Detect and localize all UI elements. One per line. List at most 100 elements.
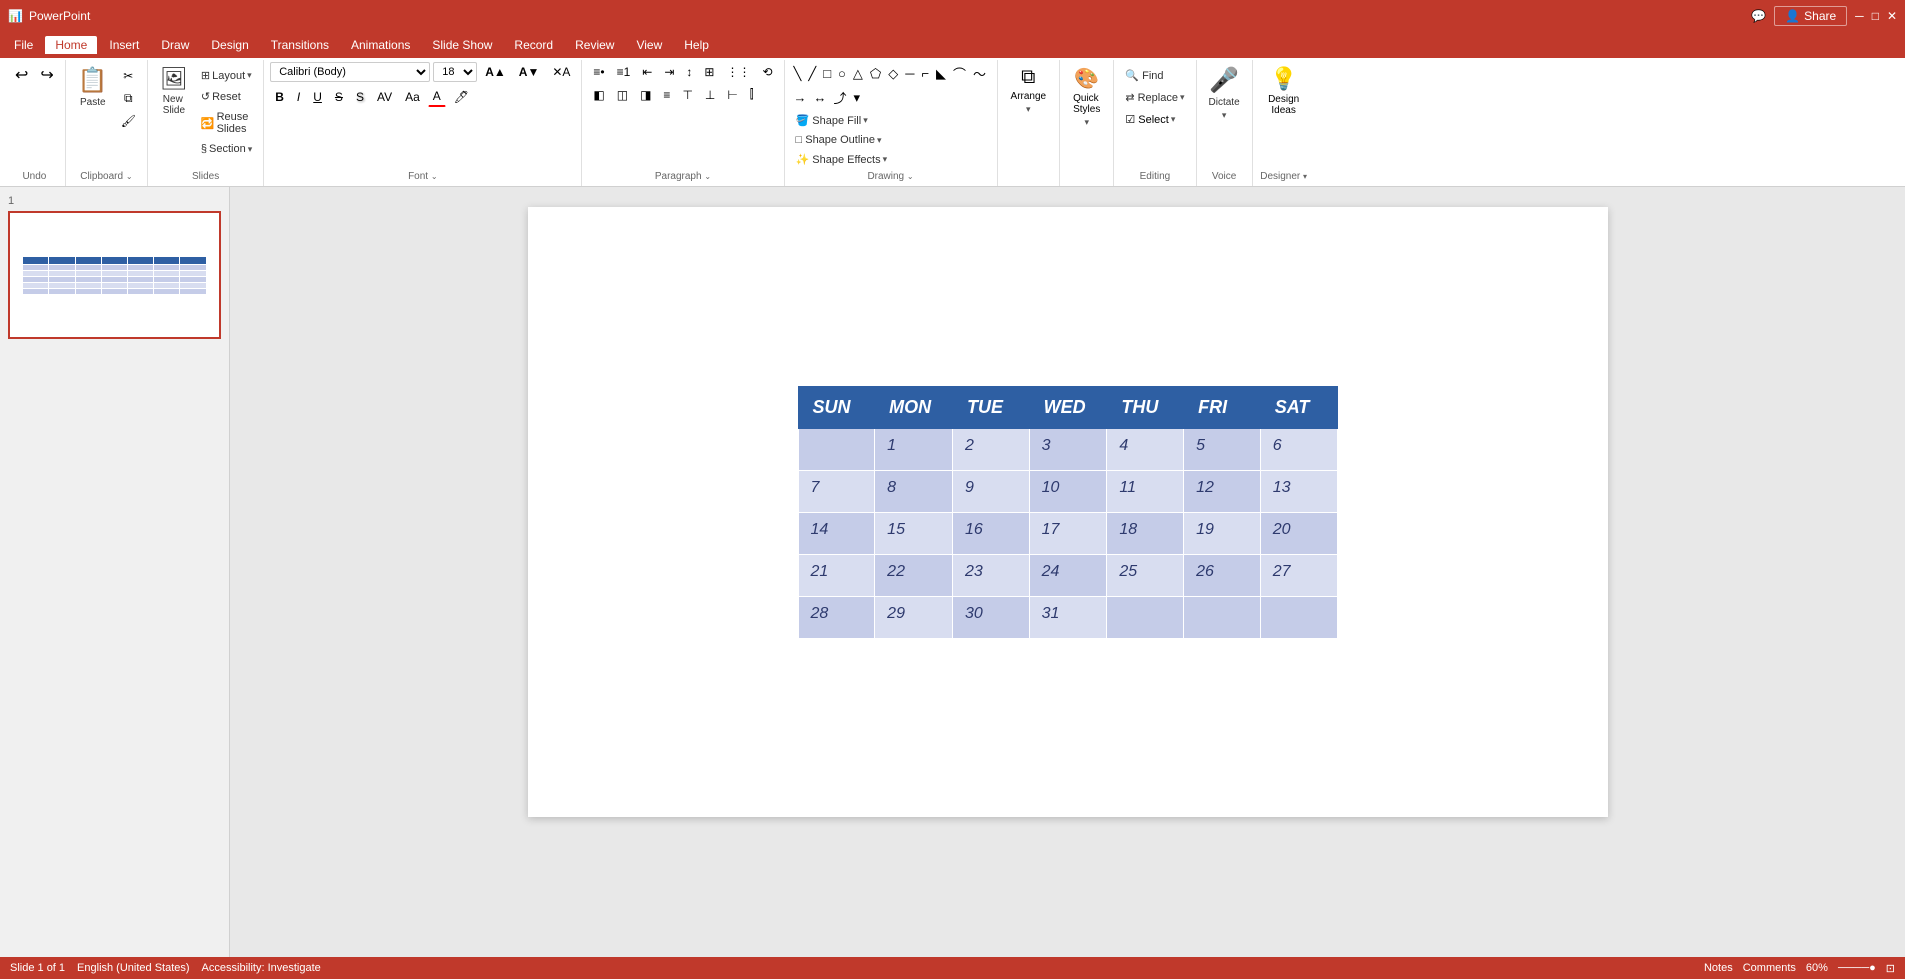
slide-panel: 1 [0,187,230,957]
highlight-button[interactable]: 🖊 [449,87,474,107]
align-right-button[interactable]: ◨ [635,85,656,105]
arrow-shape-button[interactable]: → [791,86,810,109]
shape-outline-button[interactable]: □ Shape Outline ▾ [791,131,893,149]
numbering-button[interactable]: ≡1 [612,62,636,82]
triangle-shape-button[interactable]: △ [850,62,866,85]
menu-record[interactable]: Record [504,36,563,54]
menu-design[interactable]: Design [201,36,258,54]
menu-review[interactable]: Review [565,36,624,54]
double-arrow-button[interactable]: ↔ [811,86,830,109]
font-name-select[interactable]: Calibri (Body) [270,62,430,82]
paste-button[interactable]: 📋 Paste [72,62,114,112]
columns-button[interactable]: ⋮⋮ [721,62,755,82]
menu-insert[interactable]: Insert [99,36,149,54]
shadow-button[interactable]: S [351,87,369,107]
align-left-button[interactable]: ◧ [588,85,609,105]
zoom-slider[interactable]: ────● [1838,962,1876,974]
convert-smartart-button[interactable]: ⊞ [699,62,719,82]
justify-button[interactable]: ≡ [658,85,675,105]
menu-view[interactable]: View [626,36,672,54]
font-color-button[interactable]: A [428,86,446,107]
bullets-button[interactable]: ≡• [588,62,609,82]
align-top-button[interactable]: ⊤ [677,85,697,105]
table-cell: 23 [952,554,1029,596]
reuse-slides-button[interactable]: 🔁ReuseSlides [196,108,257,138]
notes-button[interactable]: Notes [1704,962,1733,974]
redo-button[interactable]: ↪ [35,62,58,88]
calendar-header-sat: SAT [1260,386,1337,428]
decrease-font-size-button[interactable]: A▼ [514,62,545,82]
table-row: 14 15 16 17 18 19 20 [798,512,1337,554]
accessibility[interactable]: Accessibility: Investigate [202,962,321,974]
fit-slide-button[interactable]: ⊡ [1886,962,1895,975]
line3-shape-button[interactable]: ─ [902,62,917,85]
menu-transitions[interactable]: Transitions [261,36,339,54]
cut-button[interactable]: ✂ [116,66,141,86]
freeform-shape-button[interactable]: ⌒ [950,62,969,85]
slide-canvas[interactable]: SUN MON TUE WED THU FRI SAT 1 2 [528,207,1608,817]
menu-slideshow[interactable]: Slide Show [422,36,502,54]
format-painter-button[interactable]: 🖌 [116,111,141,131]
align-bottom-button[interactable]: ⊢ [722,85,742,105]
design-ideas-button[interactable]: 💡 DesignIdeas [1259,62,1309,120]
connector-shape-button[interactable]: ⌐ [918,62,932,85]
increase-indent-button[interactable]: ⇥ [659,62,679,82]
line-shape-button[interactable]: ╲ [791,62,805,85]
quick-styles-button[interactable]: 🎨 QuickStyles ▾ [1066,62,1107,132]
shape-fill-button[interactable]: 🪣 Shape Fill ▾ [791,111,893,130]
find-button[interactable]: 🔍 Find [1120,66,1168,85]
columns2-button[interactable]: ⫿ [745,84,759,105]
italic-button[interactable]: I [292,87,305,107]
main-slide-area[interactable]: SUN MON TUE WED THU FRI SAT 1 2 [230,187,1905,957]
ribbon-group-designer: 💡 DesignIdeas Designer ▾ [1253,60,1315,186]
select-button[interactable]: ☑ Select ▾ [1120,110,1180,129]
menu-animations[interactable]: Animations [341,36,420,54]
layout-button[interactable]: ⊞Layout▾ [196,66,257,85]
undo-button[interactable]: ↩ [10,62,33,88]
text-dir-button[interactable]: ⟲ [757,62,777,82]
menu-draw[interactable]: Draw [151,36,199,54]
close-icon[interactable]: ✕ [1887,9,1897,23]
menu-file[interactable]: File [4,36,43,54]
new-slide-button[interactable]: 🖼 NewSlide [154,62,194,120]
table-cell: 24 [1029,554,1107,596]
oval-shape-button[interactable]: ○ [835,62,849,85]
section-button[interactable]: §Section▾ [196,140,257,158]
char-spacing-button[interactable]: AV [372,87,397,107]
pentagon-shape-button[interactable]: ⬠ [867,62,884,85]
increase-font-size-button[interactable]: A▲ [480,62,511,82]
scribble-shape-button[interactable]: 〜 [970,62,989,85]
change-caps-button[interactable]: Aa [400,87,425,107]
maximize-icon[interactable]: □ [1872,9,1879,23]
copy-button[interactable]: ⧉ [116,88,141,109]
comments-button[interactable]: Comments [1743,962,1796,974]
line-spacing-button[interactable]: ↕ [681,62,697,82]
more-shapes-button[interactable]: ▾ [851,86,864,109]
arrange-button[interactable]: ⧉ Arrange ▾ [1004,62,1054,119]
minimize-icon[interactable]: ─ [1855,9,1864,23]
replace-button[interactable]: ⇄ Replace ▾ [1120,88,1189,107]
align-middle-button[interactable]: ⊥ [700,85,720,105]
curved-arrow-button[interactable]: ⤴ [831,86,850,109]
table-cell: 30 [952,596,1029,638]
underline-button[interactable]: U [308,87,327,107]
bold-button[interactable]: B [270,87,289,107]
reset-button[interactable]: ↺Reset [196,87,257,106]
align-center-button[interactable]: ◫ [612,85,633,105]
font-size-select[interactable]: 18 [433,62,477,82]
slide-number: 1 [8,195,14,207]
menu-help[interactable]: Help [674,36,719,54]
chat-icon[interactable]: 💬 [1751,9,1766,23]
menu-home[interactable]: Home [45,36,97,54]
shape-effects-button[interactable]: ✨ Shape Effects ▾ [791,150,893,169]
strikethrough-button[interactable]: S [330,87,348,107]
rect-shape-button[interactable]: □ [820,62,834,85]
curve-shape-button[interactable]: ◣ [933,62,949,85]
clear-formatting-button[interactable]: ✕A [547,62,575,82]
dictate-button[interactable]: 🎤 Dictate ▾ [1203,62,1246,125]
slide-thumbnail-wrapper[interactable] [8,211,221,339]
diamond-shape-button[interactable]: ◇ [885,62,901,85]
decrease-indent-button[interactable]: ⇤ [637,62,657,82]
share-button[interactable]: 👤 Share [1774,6,1847,26]
line2-shape-button[interactable]: ╱ [805,62,819,85]
